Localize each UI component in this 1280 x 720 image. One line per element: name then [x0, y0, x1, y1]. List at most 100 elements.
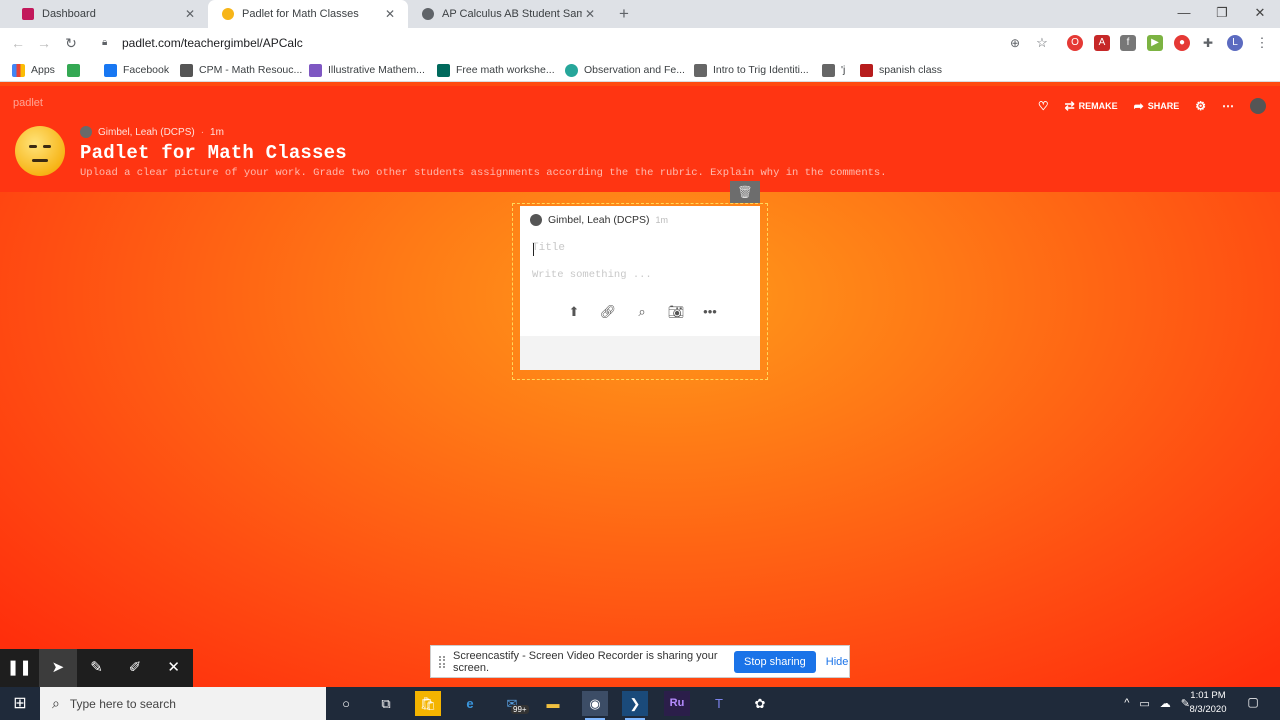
text-caret	[533, 243, 534, 256]
drag-handle[interactable]	[439, 655, 445, 668]
store-icon[interactable]: 🛍︎	[415, 691, 441, 716]
bookmark-observation[interactable]: Observation and Fe...	[565, 62, 685, 78]
onedrive-icon[interactable]: ☁	[1160, 697, 1171, 710]
hide-button[interactable]: Hide	[826, 656, 849, 668]
bookmark-illustrative[interactable]: Illustrative Mathem...	[309, 62, 425, 78]
taskbar-search[interactable]: ⌕ Type here to search	[40, 687, 326, 720]
extension-icon[interactable]: f	[1120, 35, 1136, 51]
screen-share-bar: Screencastify - Screen Video Recorder is…	[430, 645, 850, 678]
more-icon[interactable]: ⋯	[1222, 99, 1234, 113]
bookmark-maps[interactable]	[67, 62, 86, 78]
tab-ap-calculus[interactable]: AP Calculus AB Student Sample ( ✕	[408, 0, 608, 28]
bookmark-star-icon[interactable]: ☆	[1034, 35, 1050, 51]
bookmark-free-math[interactable]: Free math workshe...	[437, 62, 555, 78]
header-actions: ♡ ⇄ REMAKE ➦ SHARE ⚙ ⋯	[1038, 98, 1266, 114]
user-avatar[interactable]	[1250, 98, 1266, 114]
address-bar[interactable]: 🔒︎ padlet.com/teachergimbel/APCalc	[96, 31, 996, 55]
close-window-icon[interactable]: ✕	[1248, 4, 1272, 22]
bookmarks-bar: Apps Facebook CPM - Math Resouc... Illus…	[0, 58, 1280, 82]
teams-icon[interactable]: T	[706, 691, 732, 716]
bookmark-label: Illustrative Mathem...	[328, 64, 425, 76]
bookmark-j[interactable]: 'j	[822, 62, 845, 78]
pdf-extension-icon[interactable]: A	[1094, 35, 1110, 51]
rush-icon[interactable]: Ru	[664, 691, 690, 716]
attachment-toolbar: ⬆ 🔗︎ ⌕ 📷︎ •••	[563, 303, 721, 321]
camera-icon[interactable]: 📷︎	[665, 303, 687, 321]
trash-icon[interactable]: 🗑︎	[730, 181, 760, 203]
search-icon[interactable]: ⌕	[631, 303, 653, 321]
opera-extension-icon[interactable]: O	[1067, 35, 1083, 51]
bookmark-cpm[interactable]: CPM - Math Resouc...	[180, 62, 302, 78]
dashboard-favicon-icon	[22, 8, 34, 20]
taskbar-clock[interactable]: 1:01 PM 8/3/2020	[1180, 689, 1236, 717]
profile-avatar[interactable]: L	[1227, 35, 1243, 51]
pause-icon[interactable]: ❚❚	[0, 649, 39, 687]
share-button[interactable]: ➦ SHARE	[1134, 99, 1180, 113]
gear-icon[interactable]: ⚙	[1195, 99, 1206, 113]
chrome-menu-icon[interactable]: ⋮	[1254, 35, 1270, 51]
padlet-author-line: Gimbel, Leah (DCPS) · 1m	[80, 126, 224, 138]
app-icon[interactable]: ✿	[747, 691, 773, 716]
upload-icon[interactable]: ⬆	[563, 303, 585, 321]
task-view-icon[interactable]: ⧉	[373, 691, 399, 716]
notification-icon[interactable]: ▢	[1245, 695, 1261, 711]
install-icon[interactable]: ⊕	[1007, 35, 1023, 51]
windows-start-icon[interactable]: ⊞	[0, 687, 40, 720]
search-icon: ⌕	[52, 695, 60, 711]
more-options-icon[interactable]: •••	[699, 303, 721, 321]
bookmark-facebook[interactable]: Facebook	[104, 62, 169, 78]
page-description: Upload a clear picture of your work. Gra…	[80, 167, 887, 179]
page-icon	[822, 63, 835, 77]
spanish-class-icon	[860, 63, 873, 77]
back-icon[interactable]: ←	[9, 34, 27, 52]
author-name: Gimbel, Leah (DCPS)	[98, 126, 195, 138]
bookmark-trig[interactable]: Intro to Trig Identiti...	[694, 62, 809, 78]
restore-icon[interactable]: ❐	[1210, 4, 1234, 22]
padlet-logo[interactable]: padlet	[13, 97, 43, 109]
new-tab-button[interactable]: +	[615, 4, 633, 24]
tab-padlet[interactable]: Padlet for Math Classes ✕	[208, 0, 408, 28]
tab-title: Dashboard	[42, 8, 96, 20]
apps-grid-icon	[12, 63, 25, 77]
bookmark-spanish[interactable]: spanish class	[860, 62, 942, 78]
forward-icon[interactable]: →	[35, 34, 53, 52]
chrome-icon[interactable]: ◉	[582, 691, 608, 720]
remake-label: REMAKE	[1078, 101, 1118, 111]
link-icon[interactable]: 🔗︎	[597, 303, 619, 321]
post-title-input[interactable]	[532, 242, 742, 254]
bookmark-apps[interactable]: Apps	[12, 62, 55, 78]
cpm-icon	[180, 63, 193, 77]
screencastify-extension-icon[interactable]: ●	[1174, 35, 1190, 51]
tab-title: Padlet for Math Classes	[242, 8, 359, 20]
cortana-icon[interactable]: ○	[333, 691, 359, 716]
padlet-emoji-avatar	[15, 126, 65, 176]
heart-icon[interactable]: ♡	[1038, 99, 1049, 113]
puzzle-extensions-icon[interactable]: ✚	[1200, 35, 1216, 51]
remake-button[interactable]: ⇄ REMAKE	[1065, 99, 1118, 113]
stop-sharing-button[interactable]: Stop sharing	[734, 650, 816, 673]
post-body-input[interactable]	[532, 269, 742, 281]
tab-title: AP Calculus AB Student Sample (	[442, 8, 582, 20]
facebook-icon	[104, 63, 117, 77]
pen-icon[interactable]: ✎	[77, 649, 116, 687]
edge-icon[interactable]: e	[457, 691, 483, 716]
tab-dashboard[interactable]: Dashboard ✕	[8, 0, 208, 28]
network-icon[interactable]: ▭	[1139, 697, 1149, 710]
bookmark-label: Observation and Fe...	[584, 64, 685, 76]
play-extension-icon[interactable]: ▶	[1147, 35, 1163, 51]
close-toolbar-icon[interactable]: ✕	[154, 649, 193, 687]
pointer-icon[interactable]: ➤	[38, 649, 78, 687]
reload-icon[interactable]: ↻	[62, 34, 80, 52]
bookmark-label: Apps	[31, 64, 55, 76]
sharing-message: Screencastify - Screen Video Recorder is…	[453, 649, 718, 674]
page-title: Padlet for Math Classes	[80, 142, 347, 164]
close-tab-icon[interactable]: ✕	[382, 7, 398, 21]
close-tab-icon[interactable]: ✕	[582, 7, 598, 21]
highlighter-icon[interactable]: ✐	[116, 649, 155, 687]
share-label: SHARE	[1147, 101, 1180, 111]
file-explorer-icon[interactable]: ▬	[540, 691, 566, 716]
chevron-up-icon[interactable]: ^	[1124, 697, 1129, 710]
close-tab-icon[interactable]: ✕	[182, 7, 198, 21]
minimize-icon[interactable]: —	[1172, 4, 1196, 22]
powershell-icon[interactable]: ❯	[622, 691, 648, 720]
